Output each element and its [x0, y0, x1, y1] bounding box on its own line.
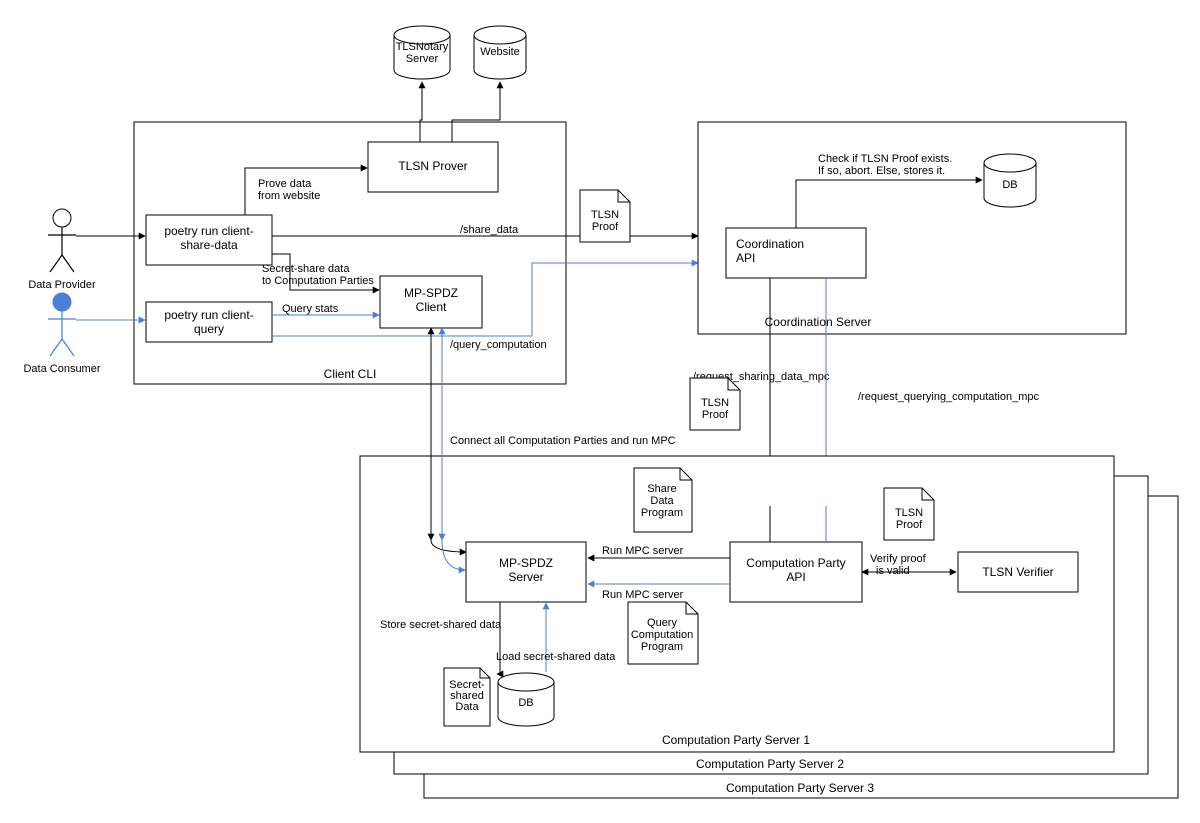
svg-text:TLSN Verifier: TLSN Verifier: [982, 565, 1053, 579]
svg-text:Query stats: Query stats: [282, 303, 339, 315]
data-provider-actor: Data Provider: [28, 209, 96, 291]
tlsnotary-server-db: TLSNotaryServer: [394, 26, 450, 79]
svg-text:/query_computation: /query_computation: [450, 339, 547, 351]
svg-text:TLSNProof: TLSNProof: [895, 507, 923, 531]
svg-text:Connect all Computation Partie: Connect all Computation Parties and run …: [450, 435, 676, 447]
svg-text:DB: DB: [518, 697, 533, 709]
tlsn-proof-doc-2: TLSNProof: [690, 378, 740, 430]
svg-text:TLSNProof: TLSNProof: [701, 397, 729, 421]
client-cli-title: Client CLI: [324, 367, 377, 381]
share-data-program-doc: ShareDataProgram: [634, 468, 692, 532]
coordination-server-title: Coordination Server: [765, 315, 872, 329]
secret-shared-data-doc: Secret-sharedData: [444, 668, 490, 726]
svg-text:DB: DB: [1002, 179, 1017, 191]
tlsn-proof-doc-3: TLSNProof: [884, 488, 934, 540]
query-computation-program-doc: QueryComputationProgram: [628, 602, 698, 664]
svg-text:Website: Website: [480, 46, 520, 58]
svg-text:TLSN Prover: TLSN Prover: [398, 159, 467, 173]
svg-text:Load secret-shared data: Load secret-shared data: [496, 651, 616, 663]
svg-text:/request_querying_computation_: /request_querying_computation_mpc: [858, 391, 1040, 403]
svg-text:TLSNProof: TLSNProof: [591, 209, 619, 233]
tlsn-proof-doc-1: TLSNProof: [580, 190, 630, 242]
svg-text:Run MPC server: Run MPC server: [602, 589, 684, 601]
svg-text:/share_data: /share_data: [460, 224, 519, 236]
party-db: DB: [498, 673, 554, 726]
svg-text:Data Provider: Data Provider: [28, 279, 96, 291]
architecture-diagram: TLSNotaryServer Website Client CLI TLSN …: [0, 0, 1200, 823]
svg-text:Check if TLSN Proof exists.If: Check if TLSN Proof exists.If so, abort.…: [818, 153, 952, 177]
svg-text:Data Consumer: Data Consumer: [23, 363, 100, 375]
svg-text:Computation Party Server 1: Computation Party Server 1: [662, 733, 810, 747]
coordination-db: DB: [984, 154, 1036, 207]
data-consumer-actor: Data Consumer: [23, 293, 100, 375]
svg-text:Computation Party Server 3: Computation Party Server 3: [726, 781, 874, 795]
svg-text:Store secret-shared data: Store secret-shared data: [380, 619, 502, 631]
svg-text:Run MPC server: Run MPC server: [602, 545, 684, 557]
svg-text:Prove datafrom website: Prove datafrom website: [258, 178, 320, 202]
website-db: Website: [474, 26, 526, 79]
svg-text:Computation Party Server 2: Computation Party Server 2: [696, 757, 844, 771]
